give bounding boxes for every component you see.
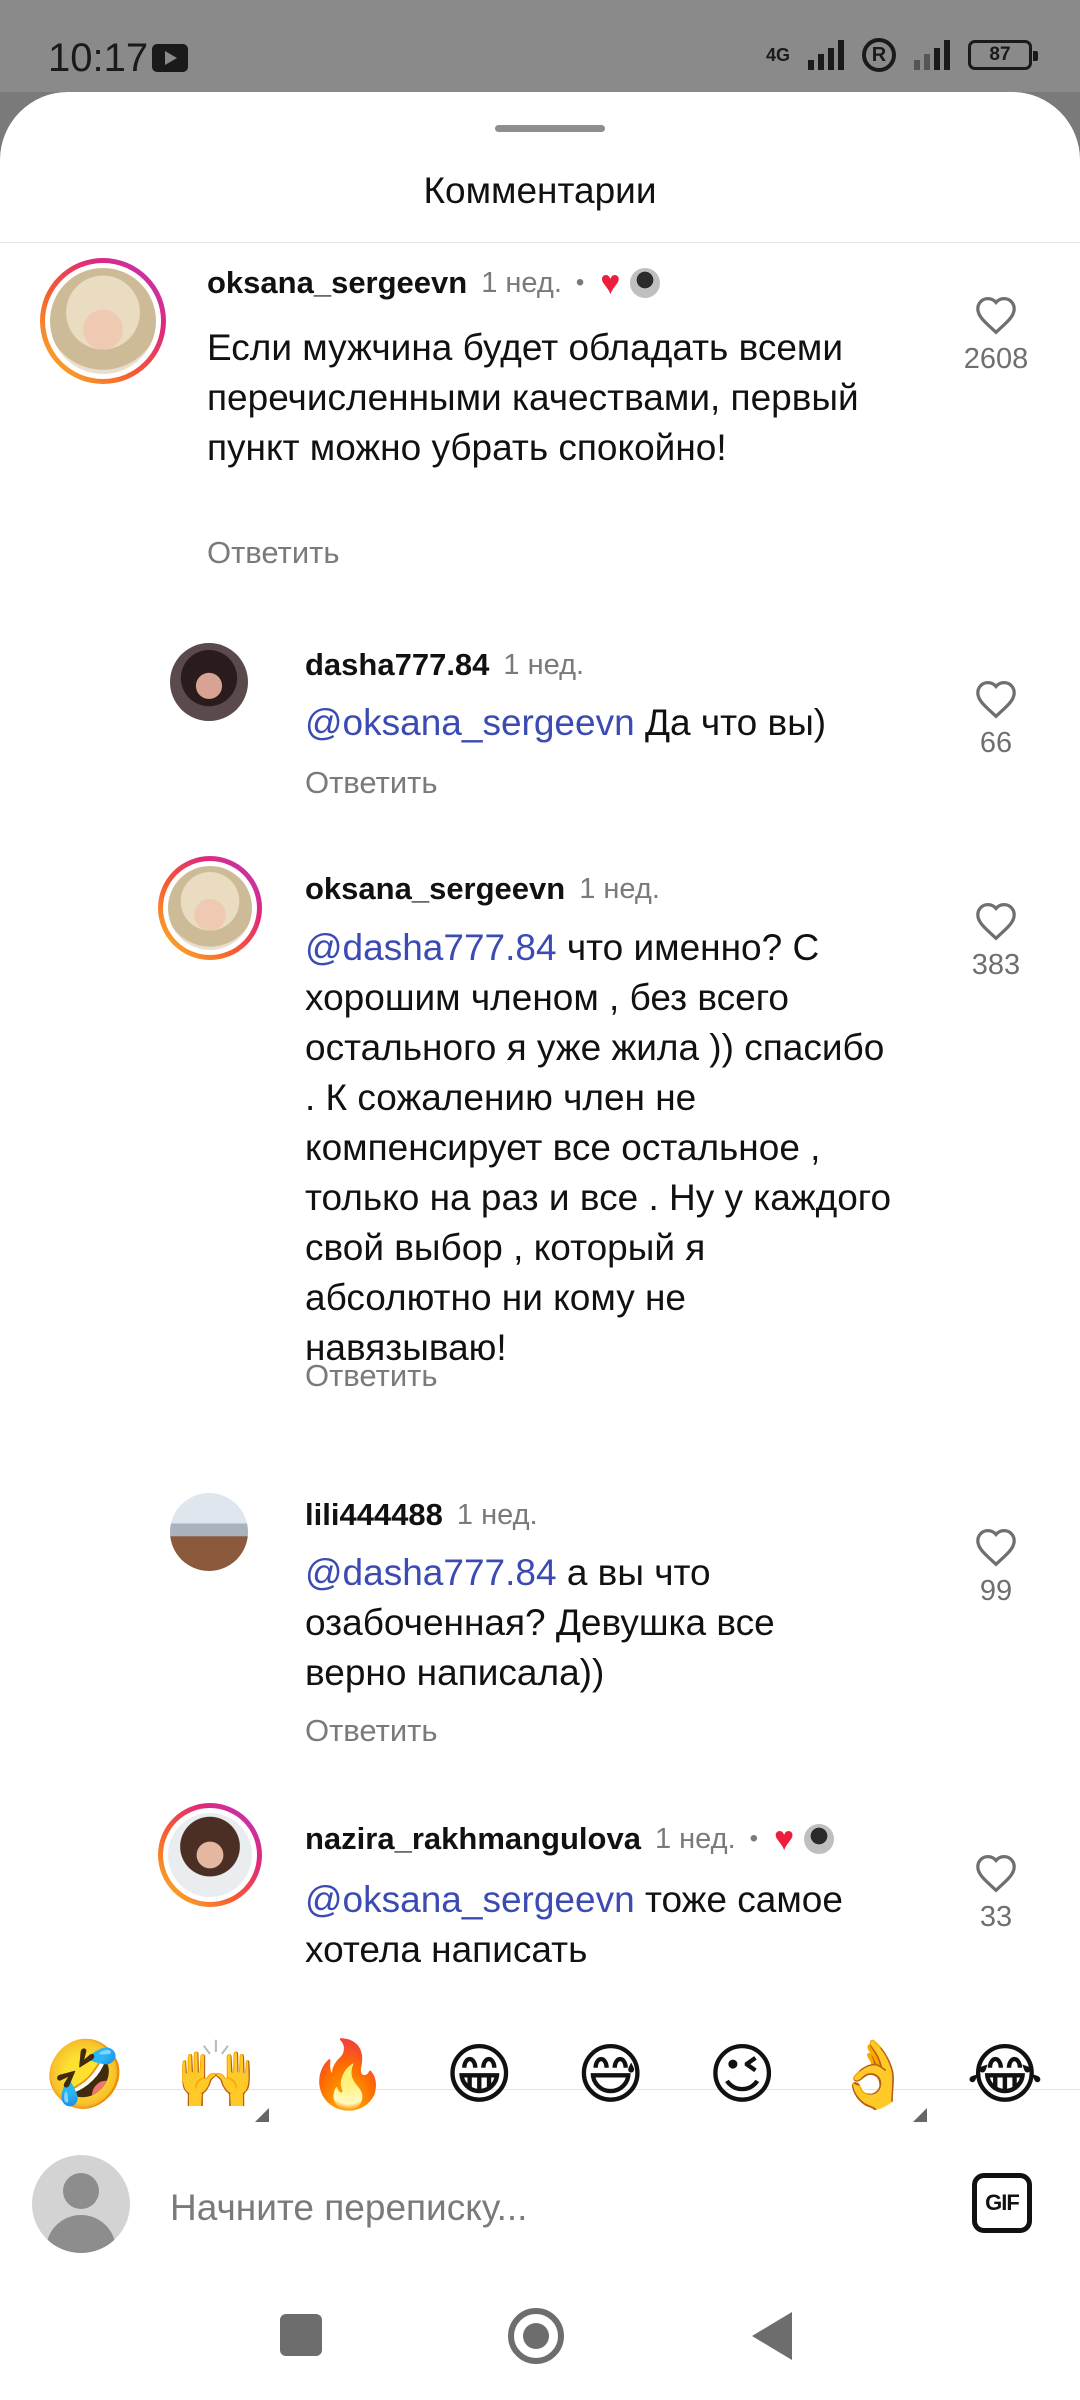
heart-outline-icon — [976, 296, 1016, 335]
comment-input[interactable] — [170, 2183, 910, 2233]
separator-dot: • — [749, 1825, 759, 1852]
status-icons: 4G R 87 — [765, 38, 1038, 72]
signal-icon — [914, 40, 950, 70]
back-icon[interactable] — [752, 2312, 792, 2360]
like-button[interactable]: 383 — [946, 901, 1046, 982]
reply-button[interactable]: Ответить — [305, 1358, 438, 1394]
comment-username[interactable]: oksana_sergeevn — [207, 265, 467, 301]
like-button[interactable]: 2608 — [946, 295, 1046, 376]
reply-button[interactable]: Ответить — [305, 765, 438, 801]
heart-outline-icon — [976, 902, 1016, 941]
mention-link[interactable]: @dasha777.84 — [305, 1552, 557, 1593]
comment-item: oksana_sergeevn 1 нед. @dasha777.84 что … — [0, 853, 1080, 1423]
my-avatar — [32, 2155, 130, 2253]
avatar[interactable] — [158, 856, 262, 960]
comment-time: 1 нед. — [503, 648, 585, 681]
avatar[interactable] — [170, 1493, 248, 1571]
comment-composer: GIF — [0, 2133, 1080, 2263]
emoji-fire[interactable]: 🔥 — [303, 2030, 393, 2120]
mention-link[interactable]: @oksana_sergeevn — [305, 702, 635, 743]
emoji-rofl[interactable]: 🤣 — [40, 2030, 130, 2120]
status-bar: 10:17 4G R 87 — [0, 0, 1080, 92]
author-mini-avatar — [802, 1822, 837, 1856]
heart-outline-icon — [976, 1528, 1016, 1567]
emoji-grin[interactable]: 😁 — [434, 2030, 524, 2120]
signal-icon — [808, 40, 844, 70]
mention-link[interactable]: @dasha777.84 — [305, 927, 557, 968]
comment-time: 1 нед. — [579, 872, 660, 905]
like-button[interactable]: 33 — [946, 1853, 1046, 1934]
sheet-title: Комментарии — [423, 170, 657, 211]
roaming-r-icon: R — [862, 38, 896, 72]
recents-icon[interactable] — [280, 2314, 322, 2356]
comment-time: 1 нед. — [456, 1498, 538, 1531]
gif-button[interactable]: GIF — [972, 2173, 1032, 2233]
reply-button[interactable]: Ответить — [305, 1713, 438, 1749]
comment-username[interactable]: oksana_sergeevn — [305, 871, 565, 907]
status-time: 10:17 — [48, 36, 149, 80]
comment-time: 1 нед. — [481, 266, 562, 299]
like-count: 99 — [979, 1575, 1013, 1607]
comment-time: 1 нед. — [654, 1822, 736, 1855]
comment-text: @oksana_sergeevn тоже самое хотела напис… — [305, 1879, 843, 1970]
emoji-ok-hand[interactable]: 👌 — [829, 2030, 927, 2122]
author-liked-heart-icon: ♥ — [774, 1820, 795, 1858]
like-count: 383 — [971, 949, 1021, 981]
comment-username[interactable]: nazira_rakhmangulova — [305, 1821, 641, 1857]
comment-text: @dasha777.84 а вы что озабоченная? Девуш… — [305, 1552, 775, 1693]
emoji-joy[interactable]: 😂 — [960, 2030, 1050, 2120]
heart-outline-icon — [976, 680, 1016, 719]
like-button[interactable]: 66 — [946, 679, 1046, 760]
home-icon[interactable] — [508, 2308, 564, 2364]
comment-text: @oksana_sergeevn Да что вы) — [305, 702, 827, 743]
separator-dot: • — [575, 269, 585, 296]
like-count: 33 — [979, 1901, 1013, 1933]
comment-username[interactable]: lili444488 — [305, 1497, 443, 1533]
author-mini-avatar — [628, 266, 663, 300]
emoji-raised-hands[interactable]: 🙌 — [171, 2030, 270, 2122]
emoji-wink[interactable]: 😉 — [697, 2030, 787, 2120]
emoji-sweat-smile[interactable]: 😅 — [566, 2030, 656, 2120]
heart-outline-icon — [976, 1854, 1016, 1893]
mention-link[interactable]: @oksana_sergeevn — [305, 1879, 635, 1920]
comment-text: @dasha777.84 что именно? С хорошим члено… — [305, 927, 892, 1368]
author-liked-heart-icon: ♥ — [600, 264, 621, 302]
comment-username[interactable]: dasha777.84 — [305, 647, 489, 683]
comment-text: Если мужчина будет обладать всеми перечи… — [207, 327, 859, 468]
comments-list[interactable]: oksana_sergeevn 1 нед. • ♥ Если мужчина … — [0, 243, 1080, 2089]
like-count: 66 — [979, 727, 1013, 759]
comment-item: oksana_sergeevn 1 нед. • ♥ Если мужчина … — [0, 243, 1080, 613]
like-button[interactable]: 99 — [946, 1527, 1046, 1608]
reply-button[interactable]: Ответить — [207, 535, 340, 571]
system-nav-bar — [0, 2270, 1080, 2400]
drag-handle[interactable] — [495, 125, 605, 132]
avatar[interactable] — [170, 643, 248, 721]
battery-icon: 87 — [968, 40, 1038, 70]
comment-item: dasha777.84 1 нед. @oksana_sergeevn Да ч… — [0, 633, 1080, 833]
comment-item: lili444488 1 нед. @dasha777.84 а вы что … — [0, 1483, 1080, 1753]
media-icon — [152, 44, 188, 72]
emoji-reaction-bar: 🤣 🙌 🔥 😁 😅 😉 👌 😂 — [40, 2030, 1050, 2122]
network-type-label: 4G — [765, 44, 790, 65]
avatar[interactable] — [40, 258, 166, 384]
avatar[interactable] — [158, 1803, 262, 1907]
like-count: 2608 — [963, 343, 1029, 375]
